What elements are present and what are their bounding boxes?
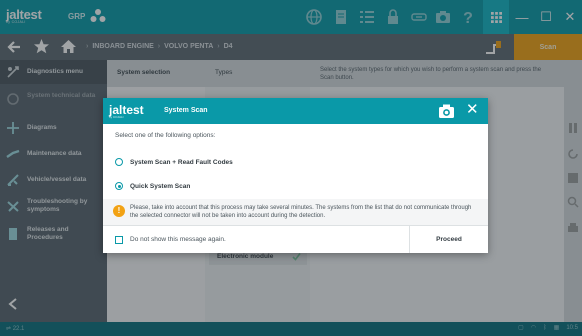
option-quick-scan-label[interactable]: Quick System Scan [130,183,190,190]
dialog-footer: Do not show this message again. Proceed [103,225,488,253]
dialog-logo: jaltest by COJALI [109,103,144,119]
option-scan-read-codes-label[interactable]: System Scan + Read Fault Codes [130,159,233,166]
radio-quick-scan[interactable] [115,182,123,190]
warning-icon: ! [113,205,125,217]
dialog-header: jaltest by COJALI System Scan ✕ [103,98,488,124]
warning-notice: ! Please, take into account that this pr… [103,199,488,225]
dialog-prompt: Select one of the following options: [115,132,216,139]
warning-text: Please, take into account that this proc… [130,205,472,219]
radio-scan-read-codes[interactable] [115,158,123,166]
system-scan-dialog: jaltest by COJALI System Scan ✕ Select on… [103,98,488,253]
dialog-close-icon[interactable]: ✕ [466,101,479,119]
proceed-button[interactable]: Proceed [409,226,488,253]
dont-show-checkbox[interactable] [115,236,123,244]
camera-icon[interactable] [438,103,455,119]
dont-show-label[interactable]: Do not show this message again. [130,236,226,243]
dialog-title: System Scan [164,107,208,114]
